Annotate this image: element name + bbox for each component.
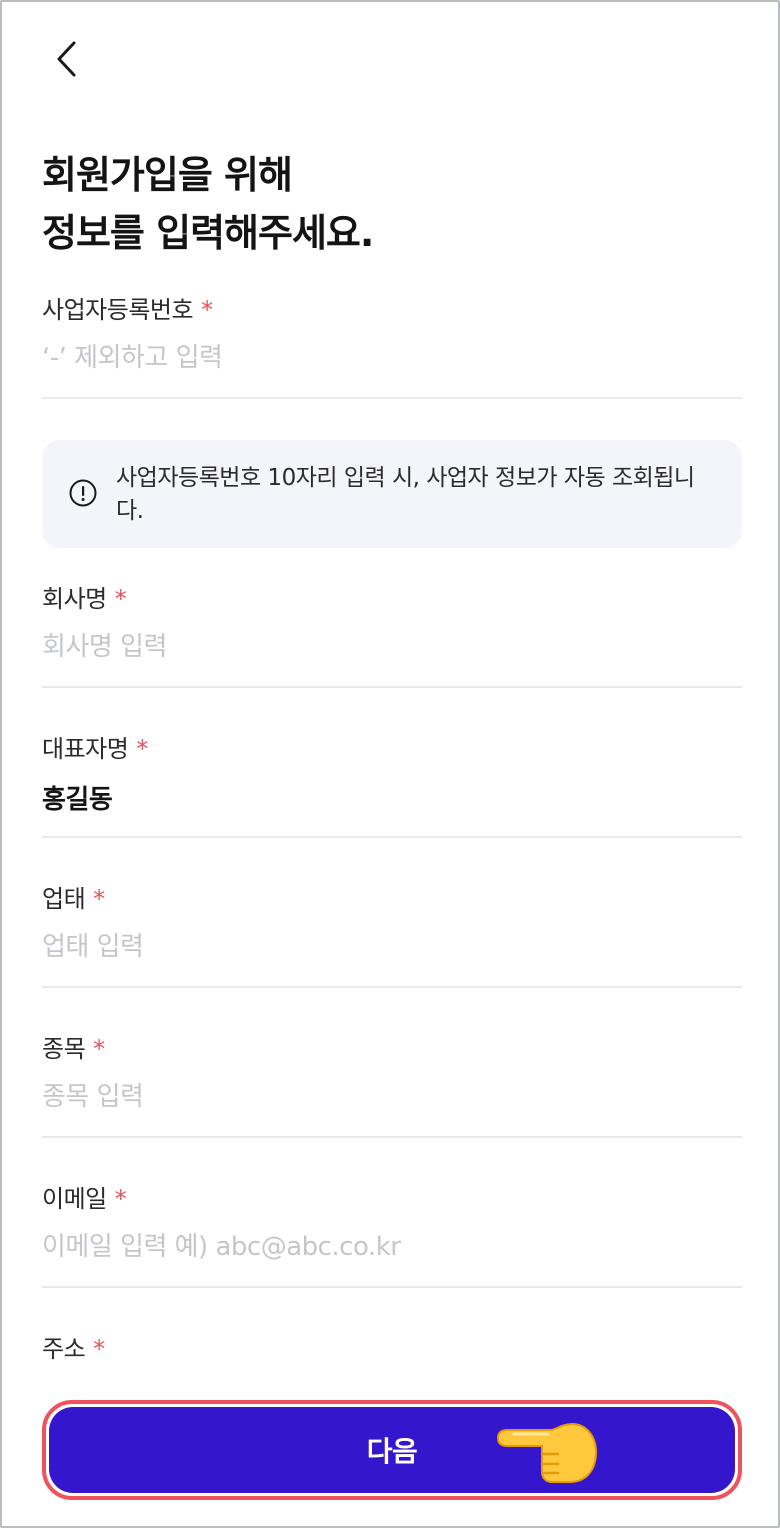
required-mark: *	[114, 585, 127, 613]
company-name-input[interactable]	[42, 616, 742, 678]
divider	[42, 397, 742, 399]
info-circle-icon	[69, 479, 97, 507]
required-mark: *	[93, 1335, 105, 1363]
field-label: 이메일 *	[42, 1182, 742, 1216]
label-text: 회사명	[42, 585, 107, 613]
field-representative-name: 대표자명 *	[42, 732, 742, 838]
label-text: 사업자등록번호	[42, 296, 194, 324]
required-mark: *	[201, 296, 213, 324]
field-business-type: 업태 *	[42, 882, 742, 988]
label-text: 대표자명	[42, 735, 129, 763]
notice-box: 사업자등록번호 10자리 입력 시, 사업자 정보가 자동 조회됩니다.	[42, 440, 742, 548]
business-number-input[interactable]	[42, 327, 742, 389]
next-button[interactable]: 다음	[49, 1407, 735, 1493]
label-text: 종목	[42, 1035, 86, 1063]
field-label: 대표자명 *	[42, 732, 742, 766]
required-mark: *	[93, 1035, 105, 1063]
field-label: 업태 *	[42, 882, 742, 916]
field-label: 사업자등록번호 *	[42, 293, 742, 327]
page-title: 회원가입을 위해 정보를 입력해주세요.	[42, 146, 742, 262]
email-input[interactable]	[42, 1216, 742, 1278]
page-title-line-2: 정보를 입력해주세요.	[42, 211, 374, 255]
label-text: 이메일	[42, 1185, 107, 1213]
field-email: 이메일 *	[42, 1182, 742, 1288]
representative-name-input[interactable]	[42, 766, 742, 828]
field-label: 주소 *	[42, 1332, 742, 1366]
signup-screen: 회원가입을 위해 정보를 입력해주세요. 사업자등록번호* 사업자등록번호 10…	[0, 0, 780, 1528]
required-mark: *	[114, 1185, 127, 1213]
back-button[interactable]	[42, 32, 92, 86]
business-item-input[interactable]	[42, 1066, 742, 1128]
required-mark: *	[93, 885, 105, 913]
label-text: 주소	[42, 1335, 86, 1363]
page-title-line-1: 회원가입을 위해	[42, 153, 293, 197]
business-type-input[interactable]	[42, 916, 742, 978]
label-text: 업태	[42, 885, 86, 913]
required-mark: *	[136, 735, 148, 763]
field-company-name: 회사명 *	[42, 582, 742, 688]
divider	[42, 1136, 742, 1138]
notice-text: 사업자등록번호 10자리 입력 시, 사업자 정보가 자동 조회됩니다.	[116, 465, 695, 524]
divider	[42, 1286, 742, 1288]
field-business-number: 사업자등록번호 *	[42, 293, 742, 399]
divider	[42, 836, 742, 838]
next-button-highlight: 다음	[42, 1400, 742, 1500]
divider	[42, 986, 742, 988]
chevron-left-icon	[57, 41, 76, 77]
field-label: 회사명 *	[42, 582, 742, 616]
divider	[42, 686, 742, 688]
field-business-item: 종목 *	[42, 1032, 742, 1138]
field-address: 주소 *	[42, 1332, 742, 1366]
field-label: 종목 *	[42, 1032, 742, 1066]
